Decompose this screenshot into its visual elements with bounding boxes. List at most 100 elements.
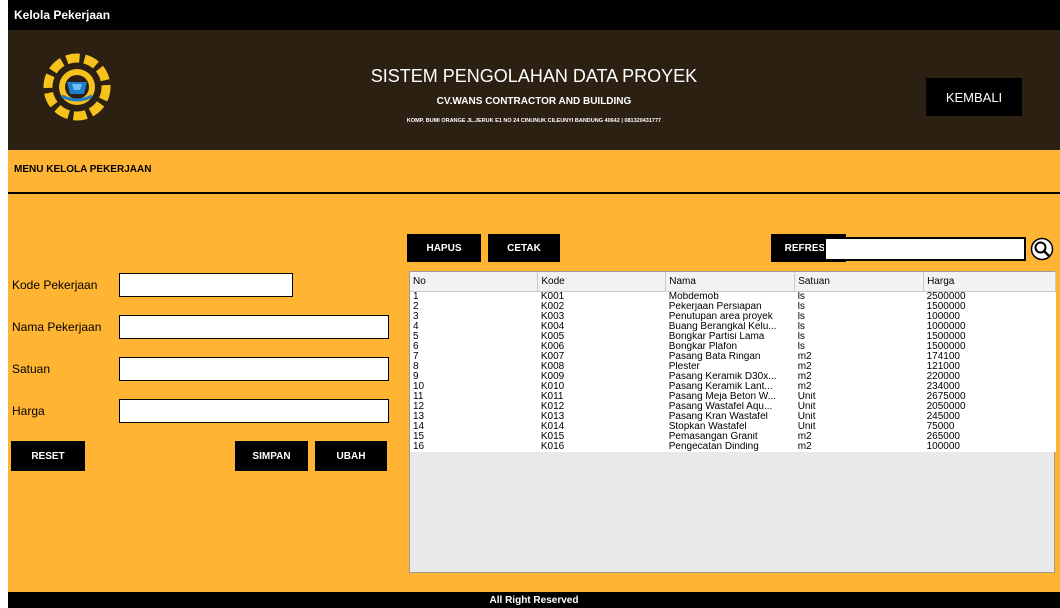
ubah-button[interactable]: UBAH	[315, 441, 387, 471]
col-header-nama[interactable]: Nama	[665, 272, 796, 292]
cell-nama: Pasang Kran Wastafel	[668, 411, 768, 422]
cell-no: 5	[413, 331, 419, 342]
cell-nama: Pekerjaan Persiapan	[668, 301, 762, 312]
simpan-button[interactable]: SIMPAN	[235, 441, 308, 471]
cell-kode: K012	[540, 401, 565, 412]
cell-satuan: m2	[797, 361, 812, 372]
reset-button[interactable]: RESET	[11, 441, 85, 471]
search-input[interactable]	[824, 237, 1026, 261]
table-row[interactable]: 16 K016 Pengecatan Dinding m2 100000	[410, 442, 1056, 452]
pekerjaan-table[interactable]: No Kode Nama Satuan Harga 1 K001 Mobdemob l…	[409, 271, 1056, 573]
table-row[interactable]: 2 K002 Pekerjaan Persiapan ls 1500000	[410, 302, 1056, 312]
cell-harga: 234000	[926, 381, 960, 392]
cell-kode: K003	[540, 311, 565, 322]
table-row[interactable]: 6 K006 Bongkar Plafon ls 1500000	[410, 342, 1056, 352]
cell-harga: 220000	[926, 371, 960, 382]
cell-nama: Pasang Keramik Lant...	[668, 381, 773, 392]
cell-nama: Pasang Keramik D30x...	[668, 371, 777, 382]
cell-harga: 1000000	[926, 321, 966, 332]
cell-no: 12	[413, 401, 425, 412]
col-header-harga[interactable]: Harga	[923, 272, 1056, 292]
search-icon[interactable]	[1030, 237, 1054, 261]
cell-kode: K004	[540, 321, 565, 332]
cell-no: 13	[413, 411, 425, 422]
cell-kode: K001	[540, 291, 565, 302]
cell-no: 11	[413, 391, 424, 402]
cetak-button[interactable]: CETAK	[488, 234, 560, 262]
cell-satuan: m2	[797, 431, 812, 442]
cell-kode: K014	[540, 421, 565, 432]
cell-harga: 2500000	[926, 291, 966, 302]
back-button[interactable]: KEMBALI	[926, 78, 1022, 116]
cell-harga: 1500000	[926, 331, 966, 342]
col-header-kode[interactable]: Kode	[537, 272, 667, 292]
cell-harga: 1500000	[926, 341, 966, 352]
cell-satuan: Unit	[797, 411, 816, 422]
satuan-label: Satuan	[12, 362, 51, 376]
satuan-input[interactable]	[119, 357, 389, 381]
cell-nama: Pasang Bata Ringan	[668, 351, 761, 362]
cell-kode: K013	[540, 411, 565, 422]
cell-nama: Pemasangan Granit	[668, 431, 758, 442]
cell-satuan: ls	[797, 341, 805, 352]
cell-satuan: m2	[797, 371, 812, 382]
cell-satuan: ls	[797, 291, 805, 302]
cell-satuan: Unit	[797, 391, 816, 402]
cell-no: 2	[413, 301, 419, 312]
cell-no: 9	[413, 371, 419, 382]
cell-no: 3	[413, 311, 419, 322]
kode-label: Kode Pekerjaan	[12, 278, 98, 292]
table-row[interactable]: 11 K011 Pasang Meja Beton W... Unit 2675000	[410, 392, 1056, 402]
col-header-satuan[interactable]: Satuan	[794, 272, 925, 292]
gear-logo-icon	[43, 53, 111, 121]
cell-satuan: m2	[797, 381, 812, 392]
table-row[interactable]: 5 K005 Bongkar Partisi Lama ls 1500000	[410, 332, 1056, 342]
cell-nama: Pasang Wastafel Aqu...	[668, 401, 773, 412]
cell-satuan: m2	[797, 441, 812, 452]
table-header-row: No Kode Nama Satuan Harga	[410, 272, 1056, 292]
cell-no: 10	[413, 381, 425, 392]
cell-nama: Stopkan Wastafel	[668, 421, 747, 432]
cell-harga: 2675000	[926, 391, 966, 402]
cell-nama: Plester	[668, 361, 700, 372]
cell-satuan: ls	[797, 311, 805, 322]
table-row[interactable]: 9 K009 Pasang Keramik D30x... m2 220000	[410, 372, 1056, 382]
company-name: CV.WANS CONTRACTOR AND BUILDING	[436, 96, 632, 107]
cell-kode: K011	[540, 391, 564, 402]
cell-satuan: m2	[797, 351, 812, 362]
cell-nama: Pengecatan Dinding	[668, 441, 759, 452]
cell-no: 6	[413, 341, 419, 352]
table-row[interactable]: 8 K008 Plester m2 121000	[410, 362, 1056, 372]
cell-satuan: ls	[797, 321, 805, 332]
table-row[interactable]: 14 K014 Stopkan Wastafel Unit 75000	[410, 422, 1056, 432]
kode-pekerjaan-input[interactable]	[119, 273, 293, 297]
cell-satuan: ls	[797, 301, 805, 312]
table-row[interactable]: 4 K004 Buang Berangkal Kelu... ls 1000000	[410, 322, 1056, 332]
hapus-button[interactable]: HAPUS	[407, 234, 481, 262]
cell-nama: Bongkar Partisi Lama	[668, 331, 765, 342]
table-row[interactable]: 13 K013 Pasang Kran Wastafel Unit 245000	[410, 412, 1056, 422]
cell-nama: Buang Berangkal Kelu...	[668, 321, 777, 332]
table-row[interactable]: 15 K015 Pemasangan Granit m2 265000	[410, 432, 1056, 442]
cell-harga: 100000	[926, 441, 960, 452]
table-row[interactable]: 1 K001 Mobdemob ls 2500000	[410, 291, 1056, 302]
cell-harga: 265000	[926, 431, 960, 442]
table-row[interactable]: 10 K010 Pasang Keramik Lant... m2 234000	[410, 382, 1056, 392]
table-row[interactable]: 7 K007 Pasang Bata Ringan m2 174100	[410, 352, 1056, 362]
cell-kode: K002	[540, 301, 565, 312]
cell-nama: Bongkar Plafon	[668, 341, 738, 352]
harga-input[interactable]	[119, 399, 389, 423]
cell-kode: K015	[540, 431, 565, 442]
cell-no: 7	[413, 351, 419, 362]
col-header-no[interactable]: No	[410, 272, 539, 292]
cell-satuan: ls	[797, 331, 805, 342]
cell-satuan: Unit	[797, 401, 816, 412]
system-title: SISTEM PENGOLAHAN DATA PROYEK	[370, 66, 698, 86]
cell-harga: 245000	[926, 411, 960, 422]
menu-title: MENU KELOLA PEKERJAAN	[14, 164, 152, 175]
table-row[interactable]: 12 K012 Pasang Wastafel Aqu... Unit 2050000	[410, 402, 1056, 412]
cell-kode: K009	[540, 371, 565, 382]
table-row[interactable]: 3 K003 Penutupan area proyek ls 100000	[410, 312, 1056, 322]
cell-harga: 121000	[926, 361, 960, 372]
nama-pekerjaan-input[interactable]	[119, 315, 389, 339]
